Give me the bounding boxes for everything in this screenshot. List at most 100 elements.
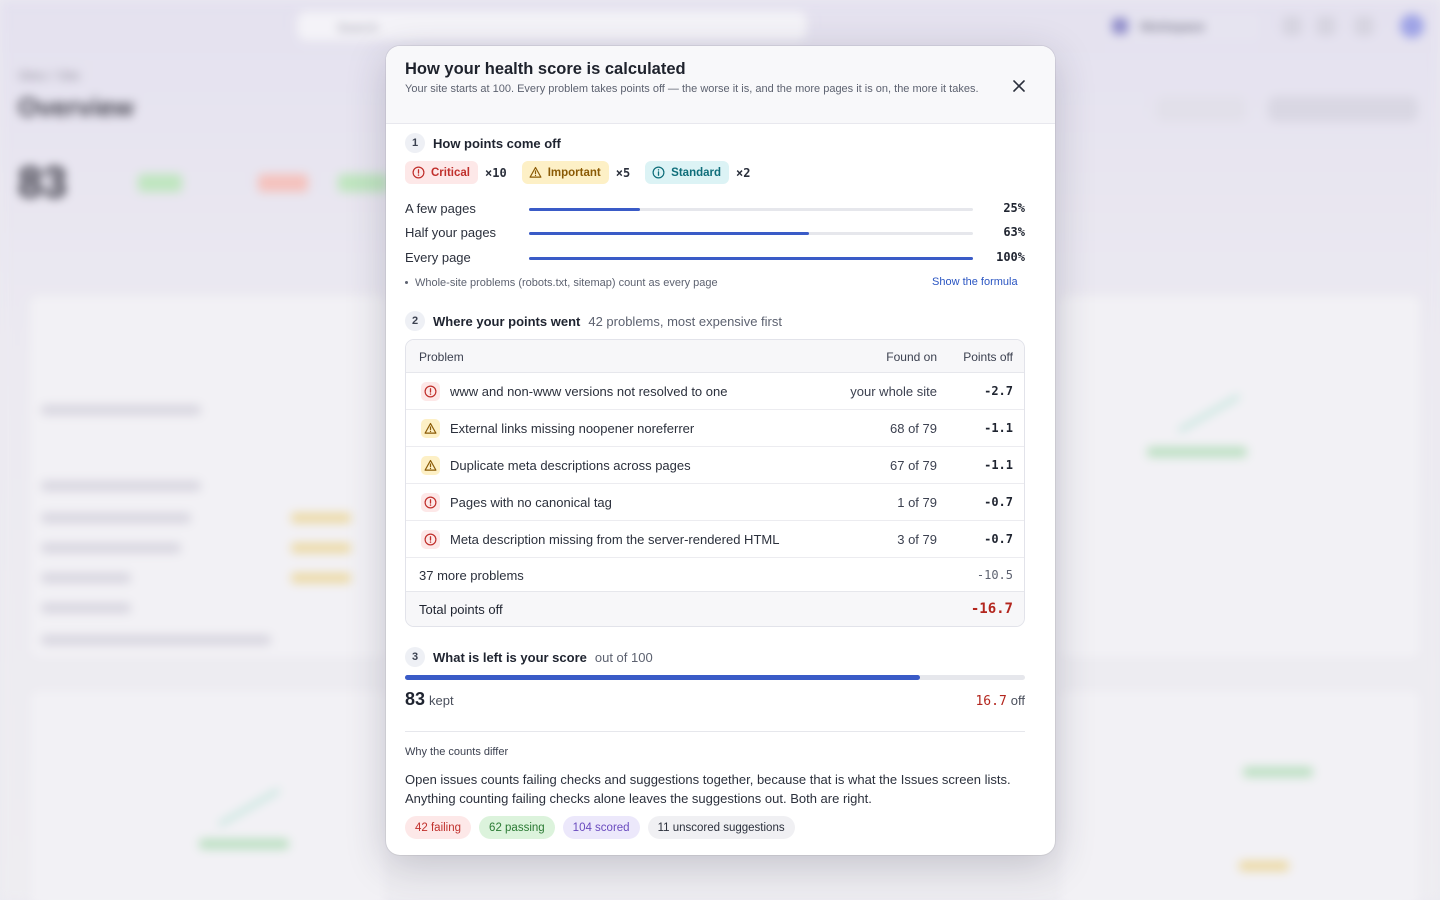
coverage-track xyxy=(529,257,973,260)
trend-card xyxy=(1058,294,1422,660)
card-line xyxy=(41,405,201,415)
issues-card xyxy=(28,294,388,660)
problem-name: www and non-www versions not resolved to… xyxy=(450,384,728,399)
score-bar xyxy=(405,675,1025,680)
score-bar-fill xyxy=(405,675,920,680)
coverage-value: 63% xyxy=(1003,225,1025,239)
card-line xyxy=(41,543,181,553)
filter-button[interactable] xyxy=(1156,96,1246,122)
alert-circle-icon xyxy=(412,166,425,179)
status-chip xyxy=(258,174,308,192)
severity-multipliers: Critical ×10 Important ×5 Standard ×2 xyxy=(405,161,765,184)
table-row[interactable]: Pages with no canonical tag 1 of 79 -0.7 xyxy=(406,484,1024,521)
help-icon[interactable] xyxy=(1354,16,1374,36)
page-title: Overview xyxy=(18,92,134,122)
search-placeholder: Search xyxy=(337,20,379,35)
coverage-fill xyxy=(529,208,640,211)
breadcrumb: Sites / Site xyxy=(18,68,81,83)
search-input[interactable]: Search xyxy=(296,10,808,42)
coverage-value: 100% xyxy=(996,250,1025,264)
coverage-track xyxy=(529,232,973,235)
coverage-value: 25% xyxy=(1003,201,1025,215)
coverage-label: Half your pages xyxy=(405,225,497,240)
coverage-row: A few pages 25% xyxy=(405,201,1025,217)
column-problem: Problem xyxy=(419,350,464,364)
card-line xyxy=(41,481,201,491)
problem-name: Duplicate meta descriptions across pages xyxy=(450,458,691,473)
card-line xyxy=(41,513,191,523)
coverage-label: A few pages xyxy=(405,201,476,216)
step-number: 3 xyxy=(405,647,425,667)
whole-site-note: Whole-site problems (robots.txt, sitemap… xyxy=(405,277,718,289)
problem-found-on: your whole site xyxy=(850,384,937,399)
sparkline xyxy=(219,751,279,827)
dialog-subtitle: Your site starts at 100. Every problem t… xyxy=(405,83,979,95)
problem-found-on: 1 of 79 xyxy=(897,495,937,510)
show-formula-link[interactable]: Show the formula xyxy=(932,276,1018,288)
card-bar xyxy=(1243,767,1313,777)
step-number: 2 xyxy=(405,311,425,331)
card-line xyxy=(41,573,131,583)
more-points: -10.5 xyxy=(976,568,1013,582)
score-value: 83 xyxy=(405,689,426,709)
avatar[interactable] xyxy=(1400,14,1424,38)
problem-name: Pages with no canonical tag xyxy=(450,495,612,510)
close-button[interactable] xyxy=(1008,75,1030,97)
tag-passing: 62 passing xyxy=(479,816,555,839)
sparkline xyxy=(1179,357,1239,433)
step-3-header: 3 What is left is your score out of 100 xyxy=(405,647,653,667)
table-row[interactable]: Meta description missing from the server… xyxy=(406,521,1024,558)
table-row[interactable]: www and non-www versions not resolved to… xyxy=(406,373,1024,410)
column-found-on: Found on xyxy=(886,350,937,364)
gear-icon[interactable] xyxy=(1316,16,1336,36)
problem-points: -1.1 xyxy=(984,458,1013,472)
health-score: 83 xyxy=(18,158,67,207)
total-label: Total points off xyxy=(419,602,503,617)
off-value: 16.7 xyxy=(975,694,1007,709)
table-row[interactable]: External links missing noopener noreferr… xyxy=(406,410,1024,447)
divider xyxy=(405,731,1025,732)
step-extra: 42 problems, most expensive first xyxy=(588,313,782,329)
table-row[interactable]: Duplicate meta descriptions across pages… xyxy=(406,447,1024,484)
vitals-card xyxy=(28,688,388,900)
problem-name: Meta description missing from the server… xyxy=(450,532,780,547)
workspace-switcher[interactable]: Workspace xyxy=(1104,12,1260,40)
card-bar xyxy=(291,573,351,583)
alert-circle-icon xyxy=(421,530,440,549)
info-circle-icon xyxy=(652,166,665,179)
coverage-label: Every page xyxy=(405,250,471,265)
warning-triangle-icon xyxy=(421,456,440,475)
severity-multiplier: ×5 xyxy=(615,165,631,180)
step-label: Where your points went xyxy=(433,313,581,329)
note-text: Whole-site problems (robots.txt, sitemap… xyxy=(415,277,718,289)
status-chip xyxy=(338,174,388,192)
severity-important: Important xyxy=(521,161,609,184)
bullet xyxy=(405,280,408,284)
step-number: 1 xyxy=(405,133,425,153)
dialog-header: How your health score is calculated Your… xyxy=(386,46,1055,124)
workspace-label: Workspace xyxy=(1140,19,1205,34)
coverage-row: Every page 100% xyxy=(405,250,1025,266)
tag-unscored: 11 unscored suggestions xyxy=(647,816,795,839)
severity-multiplier: ×2 xyxy=(736,165,751,180)
pages-card xyxy=(1058,688,1422,900)
problem-points: -0.7 xyxy=(984,495,1013,509)
coverage-track xyxy=(529,208,973,211)
coverage-row: Half your pages 63% xyxy=(405,225,1025,241)
warning-triangle-icon xyxy=(421,419,440,438)
points-table: Problem Found on Points off www and non-… xyxy=(405,339,1025,627)
status-chip xyxy=(138,174,182,192)
tag-scored: 104 scored xyxy=(562,816,640,839)
report-button[interactable] xyxy=(1268,96,1418,122)
kept-label: kept xyxy=(429,693,454,708)
more-problems-row[interactable]: 37 more problems -10.5 xyxy=(406,558,1024,592)
off-label: off xyxy=(1010,693,1025,708)
warning-triangle-icon xyxy=(529,166,542,178)
alert-circle-icon xyxy=(421,382,440,401)
problem-points: -0.7 xyxy=(984,532,1013,546)
step-label: How points come off xyxy=(433,135,561,151)
card-bar xyxy=(1239,861,1289,871)
bell-icon[interactable] xyxy=(1282,16,1302,36)
workspace-icon xyxy=(1112,18,1128,34)
score-kept: 83 kept xyxy=(405,689,454,710)
